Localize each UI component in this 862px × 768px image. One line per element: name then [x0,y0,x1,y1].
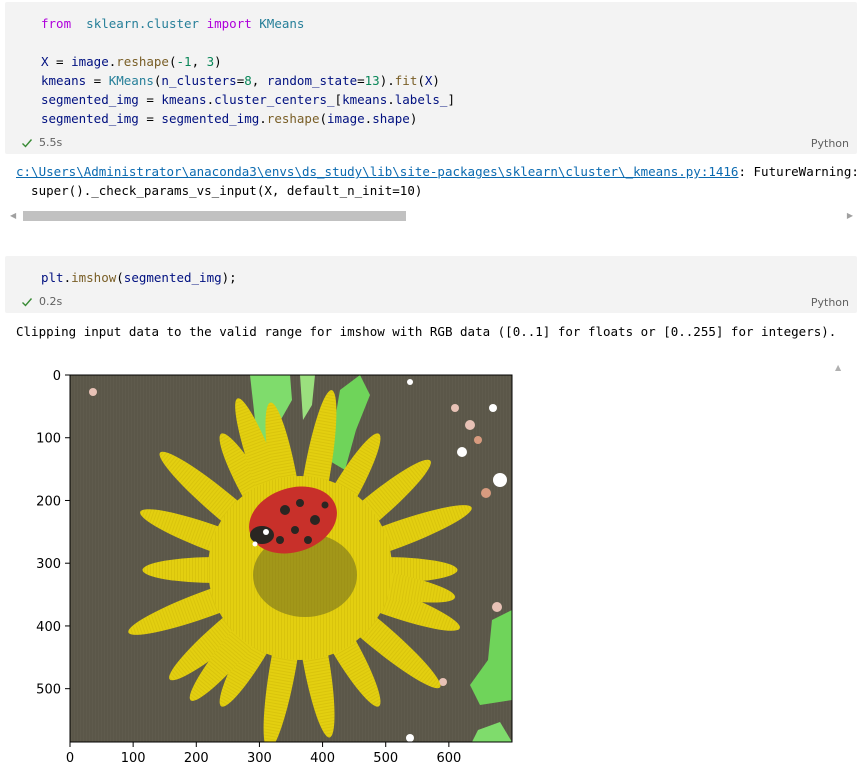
imshow-plot: 0 100 200 300 400 500 600 0 100 200 300 400 500 [36,369,513,766]
x-tick-label: 200 [184,751,209,766]
clip-warning-output: Clipping input data to the valid range f… [16,324,837,339]
x-axis: 0 100 200 300 400 500 600 [66,742,461,766]
code-cell-2[interactable]: plt.imshow(segmented_img); 0.2s Python [5,256,857,313]
x-tick-label: 500 [373,751,398,766]
x-tick-label: 600 [436,751,461,766]
code-line: X = image.reshape(-1, 3) [41,54,222,69]
warning-message: : FutureWarning: The default value of `n… [738,164,858,179]
cell-status-1: 5.5s [21,136,62,149]
y-tick-label: 0 [53,369,61,384]
code-cell-1[interactable]: from sklearn.cluster import KMeans X = i… [5,2,857,154]
code-editor-1[interactable]: from sklearn.cluster import KMeans X = i… [41,14,455,128]
code-line: segmented_img = kmeans.cluster_centers_[… [41,92,455,107]
code-line: kmeans = KMeans(n_clusters=8, random_sta… [41,73,440,88]
code-editor-2[interactable]: plt.imshow(segmented_img); [41,268,237,287]
exec-time: 5.5s [39,136,63,149]
y-tick-label: 300 [36,557,61,572]
check-icon [22,138,33,148]
segmented-image [70,375,512,742]
language-indicator[interactable]: Python [811,137,849,150]
x-tick-label: 400 [310,751,335,766]
y-tick-label: 200 [36,494,61,509]
code-line: from sklearn.cluster import KMeans [41,16,305,31]
y-tick-label: 100 [36,432,61,447]
cell-status-2: 0.2s [21,295,62,308]
scrollbar-thumb[interactable] [23,211,406,221]
scroll-right-icon[interactable]: ▶ [847,209,853,223]
exec-time: 0.2s [39,295,63,308]
language-indicator[interactable]: Python [811,296,849,309]
code-line: segmented_img = segmented_img.reshape(im… [41,111,418,126]
source-file-link[interactable]: c:\Users\Administrator\anaconda3\envs\ds… [16,164,738,179]
y-tick-label: 400 [36,620,61,635]
scroll-up-icon[interactable]: ▲ [835,363,841,372]
check-icon [22,297,33,307]
x-tick-label: 0 [66,751,74,766]
y-tick-label: 500 [36,683,61,698]
scroll-left-icon[interactable]: ◀ [10,209,16,223]
x-tick-label: 300 [247,751,272,766]
y-axis: 0 100 200 300 400 500 [36,369,70,698]
warning-output: c:\Users\Administrator\anaconda3\envs\ds… [16,162,858,200]
code-line: plt.imshow(segmented_img); [41,270,237,285]
x-tick-label: 100 [121,751,146,766]
warning-line-2: super()._check_params_vs_input(X, defaul… [16,183,423,198]
horizontal-scrollbar[interactable]: ◀ ▶ [10,209,855,223]
